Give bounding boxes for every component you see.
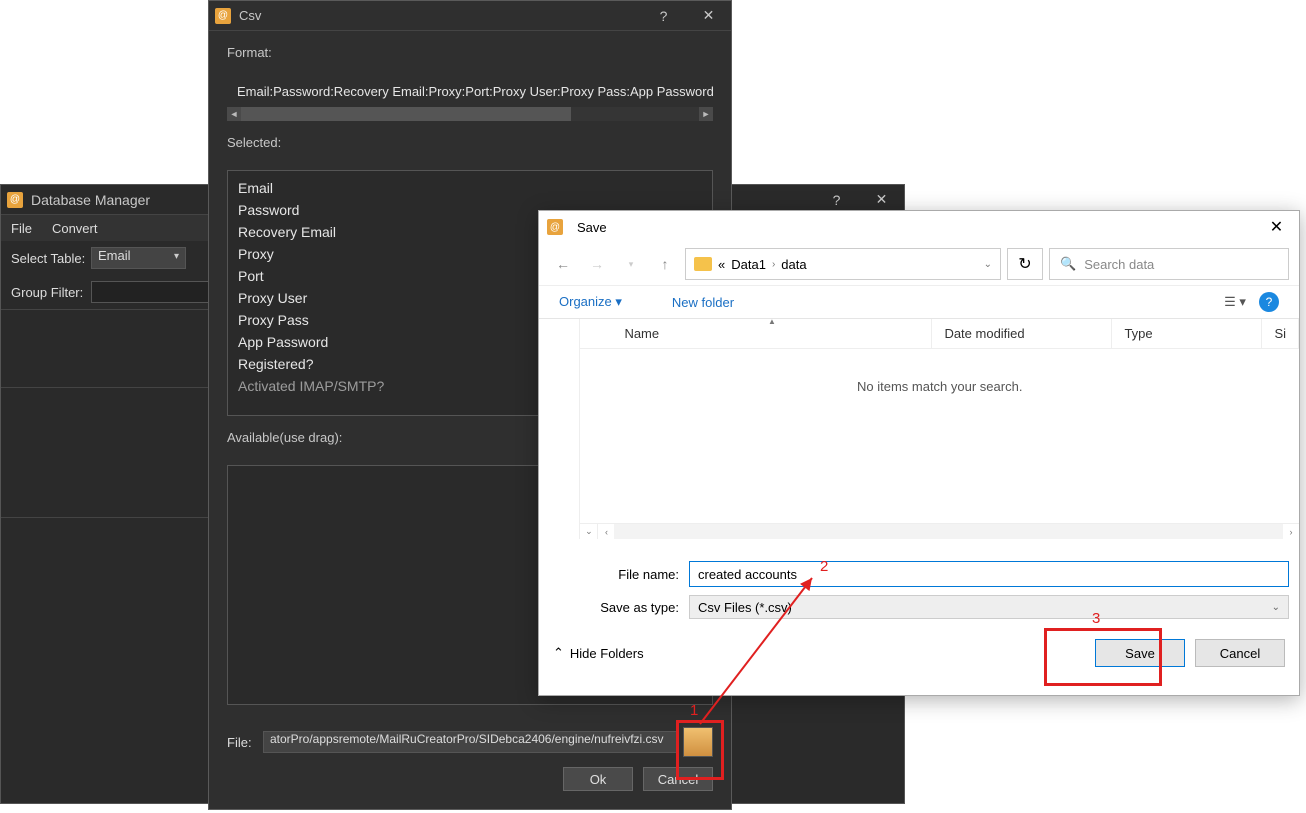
menu-convert[interactable]: Convert (42, 221, 108, 236)
help-button[interactable]: ? (641, 1, 686, 31)
chevron-down-icon[interactable]: ⌄ (984, 259, 992, 270)
organize-button[interactable]: Organize ▾ (559, 294, 622, 310)
save-button[interactable]: Save (1095, 639, 1185, 667)
empty-message: No items match your search. (580, 349, 1299, 523)
chevron-up-icon: ⌃ (553, 645, 564, 661)
app-icon: @ (7, 192, 23, 208)
selected-label: Selected: (227, 135, 713, 150)
save-titlebar: @ Save ✕ (539, 211, 1299, 243)
select-table-label: Select Table: (11, 251, 91, 266)
file-name-label: File name: (549, 567, 689, 582)
save-type-select[interactable]: Csv Files (*.csv)⌄ (689, 595, 1289, 619)
navigation-pane[interactable] (539, 319, 580, 539)
file-path-input[interactable]: atorPro/appsremote/MailRuCreatorPro/SIDe… (263, 731, 677, 753)
save-dialog: @ Save ✕ ← → ▾ ↑ « Data1 › data ⌄ ↻ 🔍 Se… (538, 210, 1300, 696)
cancel-button[interactable]: Cancel (643, 767, 713, 791)
csv-title-text: Csv (239, 8, 641, 23)
file-name-input[interactable] (689, 561, 1289, 587)
app-icon: @ (547, 219, 563, 235)
view-options-button[interactable]: ☰ ▾ (1223, 290, 1247, 314)
expand-tree-button[interactable]: ⌄ (580, 524, 598, 539)
nav-back-button[interactable]: ← (549, 250, 577, 278)
format-scrollbar[interactable]: ◄► (227, 107, 713, 121)
group-filter-label: Group Filter: (11, 285, 91, 300)
col-date[interactable]: Date modified (932, 319, 1112, 348)
format-string: Email:Password:Recovery Email:Proxy:Port… (237, 84, 713, 99)
close-button[interactable]: ✕ (686, 1, 731, 31)
app-icon: @ (215, 8, 231, 24)
search-icon: 🔍 (1060, 256, 1076, 272)
browse-folder-button[interactable] (683, 727, 713, 757)
file-label: File: (227, 735, 257, 750)
new-folder-button[interactable]: New folder (672, 295, 734, 310)
close-button[interactable]: ✕ (1254, 211, 1299, 243)
col-size[interactable]: Si (1262, 319, 1299, 348)
format-label: Format: (227, 45, 713, 60)
csv-titlebar: @ Csv ? ✕ (209, 1, 731, 31)
cancel-button[interactable]: Cancel (1195, 639, 1285, 667)
column-headers: ▲Name Date modified Type Si (580, 319, 1299, 349)
hide-folders-button[interactable]: ⌃ Hide Folders (553, 645, 644, 661)
folder-icon (694, 257, 712, 271)
ok-button[interactable]: Ok (563, 767, 633, 791)
list-item[interactable]: Email (238, 177, 702, 199)
refresh-button[interactable]: ↻ (1007, 248, 1043, 280)
save-type-label: Save as type: (549, 600, 689, 615)
breadcrumb-part[interactable]: data (781, 257, 806, 272)
breadcrumb[interactable]: « Data1 › data ⌄ (685, 248, 1001, 280)
help-icon[interactable]: ? (1259, 292, 1279, 312)
file-list-scrollbar[interactable]: ⌄ ‹› (580, 523, 1299, 539)
nav-dropdown-button[interactable]: ▾ (617, 250, 645, 278)
nav-forward-button[interactable]: → (583, 250, 611, 278)
menu-file[interactable]: File (1, 221, 42, 236)
search-input[interactable]: 🔍 Search data (1049, 248, 1289, 280)
select-table-dropdown[interactable]: Email (91, 247, 186, 269)
chevron-right-icon: › (772, 259, 775, 270)
col-type[interactable]: Type (1112, 319, 1262, 348)
breadcrumb-part[interactable]: Data1 (731, 257, 766, 272)
col-name[interactable]: ▲Name (612, 319, 932, 348)
save-title-text: Save (577, 220, 1254, 235)
nav-up-button[interactable]: ↑ (651, 250, 679, 278)
